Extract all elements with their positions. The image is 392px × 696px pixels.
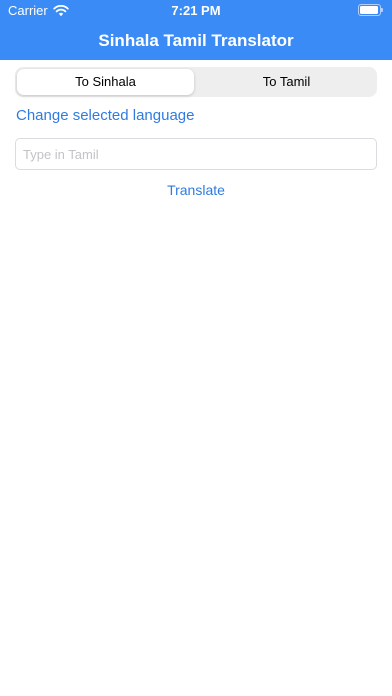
status-bar: Carrier 7:21 PM bbox=[0, 0, 392, 22]
top-bar: Carrier 7:21 PM Sinhala Tamil Translator bbox=[0, 0, 392, 60]
segment-to-tamil[interactable]: To Tamil bbox=[198, 69, 375, 95]
translate-button[interactable]: Translate bbox=[0, 182, 392, 198]
segment-to-sinhala[interactable]: To Sinhala bbox=[17, 69, 194, 95]
battery-icon bbox=[358, 4, 384, 16]
change-language-link[interactable]: Change selected language bbox=[16, 107, 194, 124]
page-title: Sinhala Tamil Translator bbox=[98, 31, 294, 50]
text-input[interactable] bbox=[16, 139, 376, 169]
tamil-input-field bbox=[15, 138, 377, 170]
status-time: 7:21 PM bbox=[171, 3, 221, 18]
language-segmented-control: To Sinhala To Tamil bbox=[15, 67, 377, 97]
app-screen: Carrier 7:21 PM Sinhala Tamil Translator… bbox=[0, 0, 392, 696]
